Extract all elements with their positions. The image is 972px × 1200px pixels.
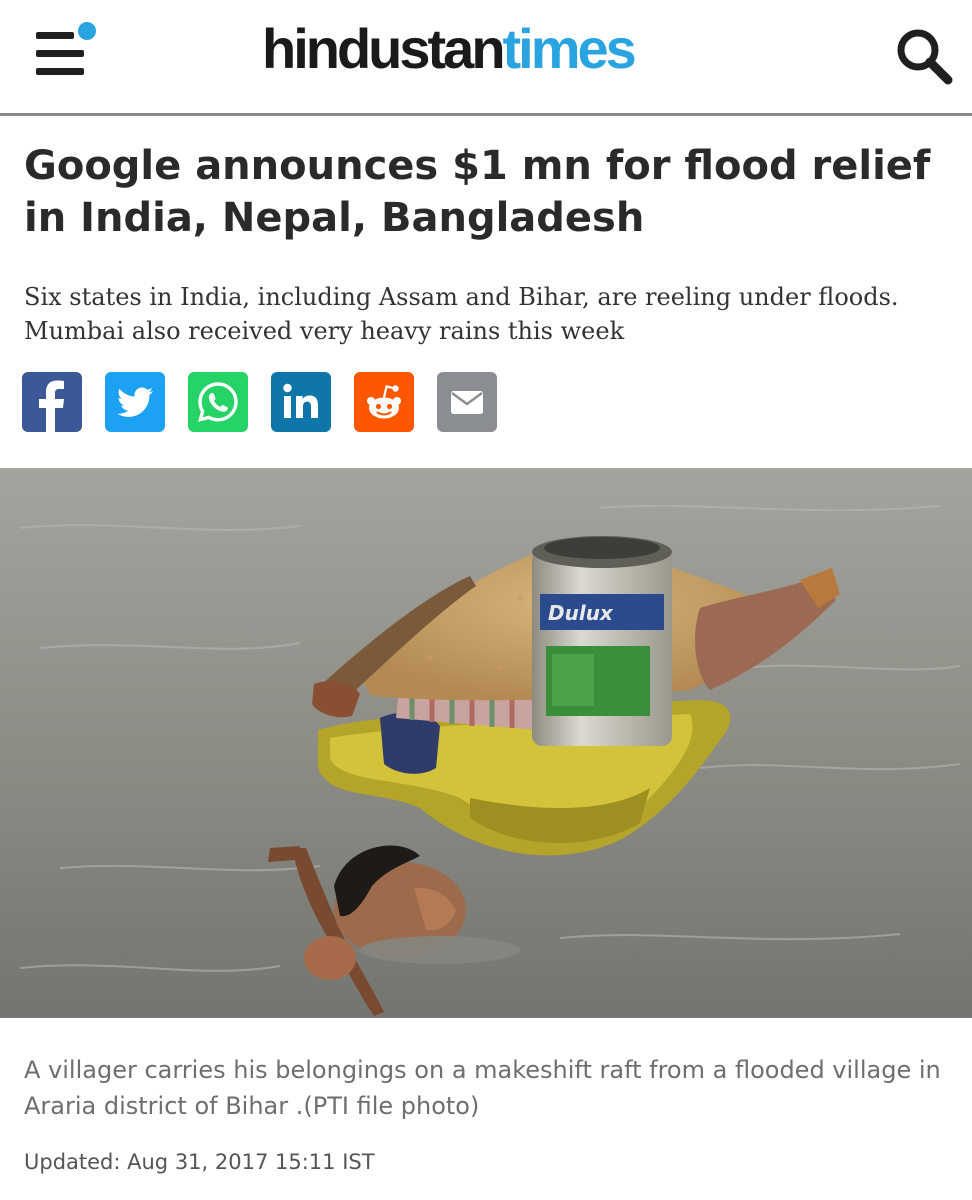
search-icon[interactable]	[892, 24, 956, 88]
email-share-button[interactable]	[437, 372, 497, 432]
menu-bar	[36, 50, 84, 57]
article-photo: Dulux	[0, 468, 972, 1018]
logo-text-hindustan: hindustan	[262, 17, 506, 80]
whatsapp-share-button[interactable]	[188, 372, 248, 432]
article-summary: Six states in India, including Assam and…	[24, 283, 899, 345]
site-logo[interactable]: hindustantimes	[262, 14, 637, 84]
facebook-share-button[interactable]	[22, 372, 82, 432]
article-headline: Google announces $1 mn for flood relief …	[24, 143, 931, 241]
photo-caption: A villager carries his belongings on a m…	[24, 1056, 941, 1120]
site-header: hindustantimes	[0, 0, 972, 116]
menu-bar	[36, 32, 74, 39]
whatsapp-icon	[188, 372, 248, 432]
twitter-share-button[interactable]	[105, 372, 165, 432]
notification-dot	[78, 22, 96, 40]
svg-text:Dulux: Dulux	[548, 601, 614, 625]
updated-timestamp: Updated: Aug 31, 2017 15:11 IST	[24, 1150, 375, 1174]
linkedin-share-button[interactable]	[271, 372, 331, 432]
logo-text-times: times	[502, 17, 637, 80]
reddit-share-button[interactable]	[354, 372, 414, 432]
facebook-icon	[22, 372, 82, 432]
linkedin-icon	[271, 372, 331, 432]
email-icon	[437, 372, 497, 432]
reddit-icon	[354, 372, 414, 432]
hamburger-menu-icon[interactable]	[36, 22, 96, 78]
menu-bar	[36, 68, 84, 75]
twitter-icon	[105, 372, 165, 432]
